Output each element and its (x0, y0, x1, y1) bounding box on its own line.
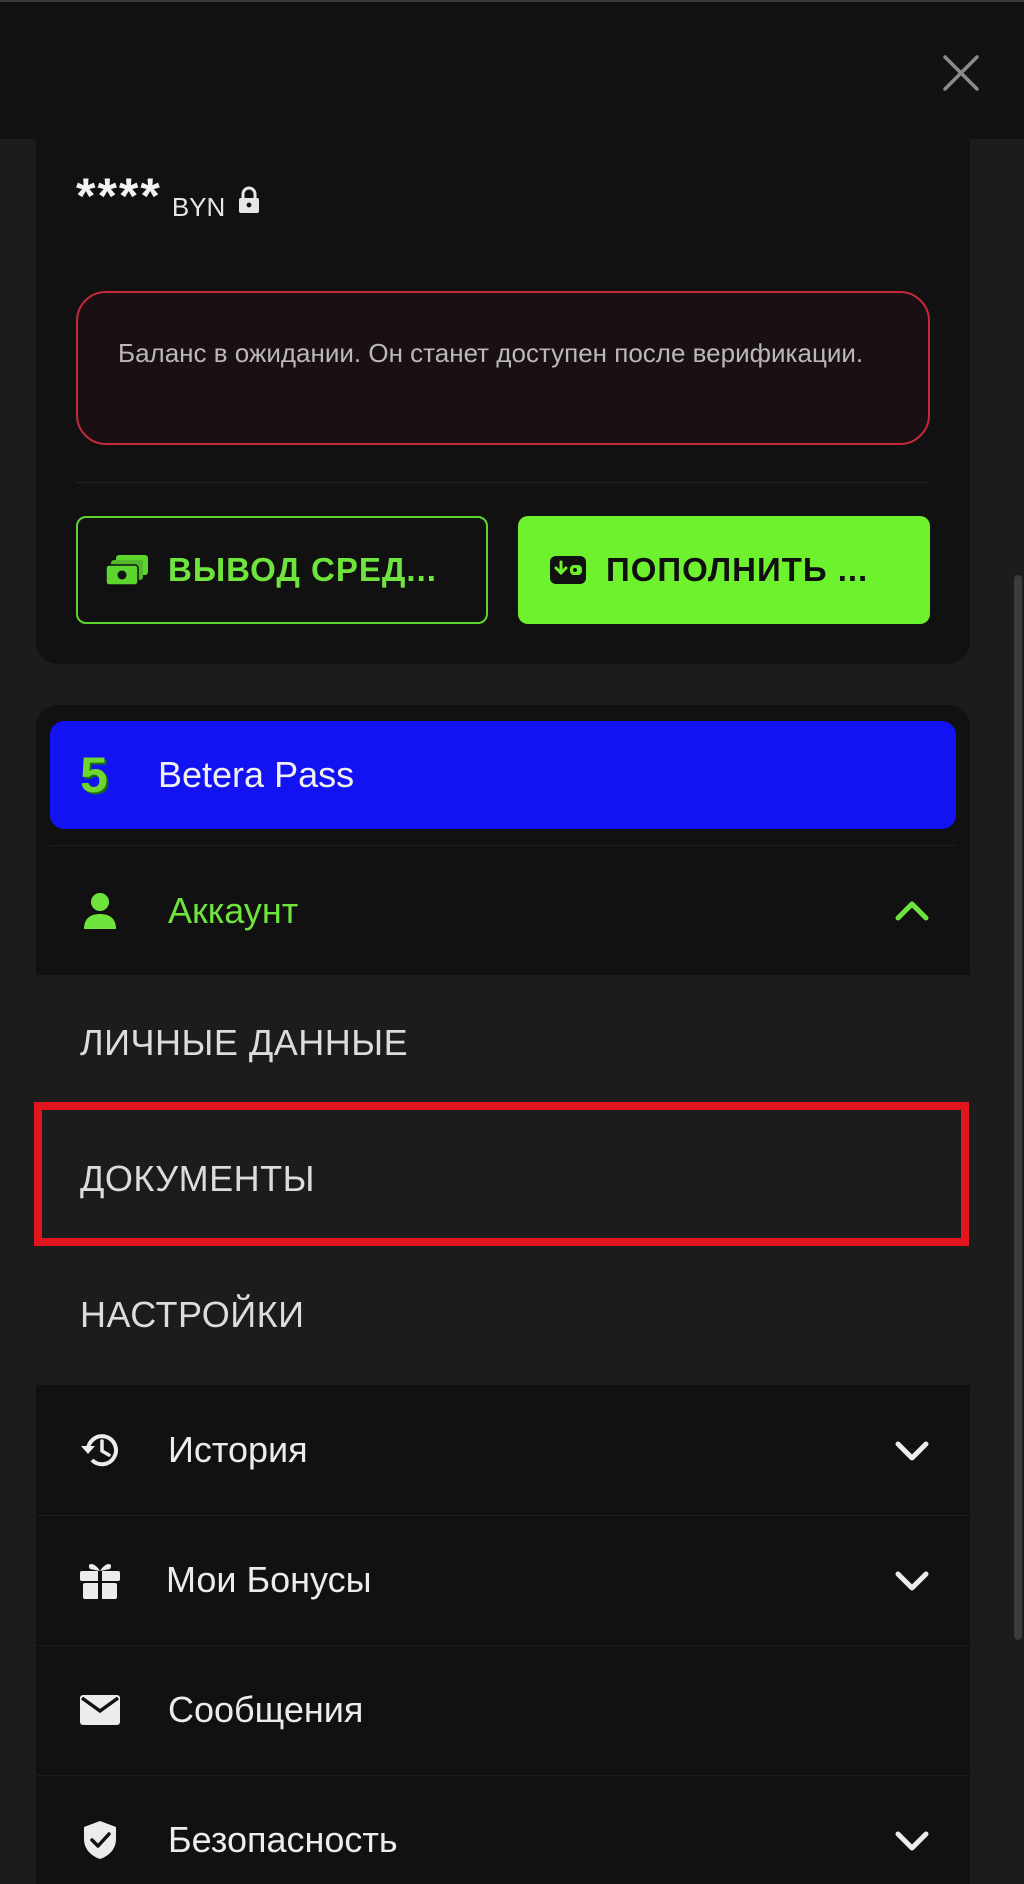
pass-label: Betera Pass (158, 754, 355, 795)
balance-currency: BYN (171, 192, 226, 222)
betera-pass-item[interactable]: 5 Betera Pass (50, 721, 956, 829)
lock-icon (237, 186, 261, 219)
mail-icon (78, 1688, 122, 1732)
menu-item-bonuses[interactable]: Мои Бонусы (36, 1515, 970, 1645)
chevron-down-icon (892, 1560, 932, 1600)
divider (76, 482, 930, 483)
scrollbar-thumb[interactable] (1014, 575, 1022, 1640)
withdraw-label: ВЫВОД СРЕД... (168, 551, 437, 588)
balance-row: **** BYN (76, 171, 261, 221)
top-bar (0, 0, 1024, 139)
balance-card: **** BYN Баланс в ожидании. Он станет до… (36, 139, 970, 664)
deposit-button[interactable]: ПОПОЛНИТЬ ... (518, 516, 930, 624)
submenu-label: ЛИЧНЫЕ ДАННЫЕ (80, 1022, 409, 1063)
menu-item-history[interactable]: История (36, 1385, 970, 1515)
chevron-down-icon (892, 1430, 932, 1470)
menu-item-label: Сообщения (168, 1689, 364, 1730)
pass-badge: 5 (80, 747, 108, 803)
account-menu: 5 Betera Pass Аккаунт ЛИЧНЫЕ ДАННЫЕ ДОКУ… (36, 705, 970, 1884)
menu-item-messages[interactable]: Сообщения (36, 1645, 970, 1775)
chevron-down-icon (892, 1820, 932, 1860)
cash-icon (105, 555, 148, 586)
chevron-up-icon (892, 891, 932, 931)
submenu-personal-data[interactable]: ЛИЧНЫЕ ДАННЫЕ (36, 975, 970, 1111)
withdraw-button[interactable]: ВЫВОД СРЕД... (76, 516, 488, 624)
user-icon (78, 889, 122, 933)
account-submenu: ЛИЧНЫЕ ДАННЫЕ ДОКУМЕНТЫ НАСТРОЙКИ (36, 975, 970, 1385)
close-button[interactable] (940, 52, 982, 94)
menu-item-label: Безопасность (168, 1819, 398, 1860)
shield-icon (78, 1818, 122, 1862)
wallet-download-icon (550, 556, 586, 584)
submenu-label: ДОКУМЕНТЫ (80, 1158, 315, 1199)
notice-text: Баланс в ожидании. Он станет доступен по… (118, 338, 864, 368)
gift-icon (78, 1558, 122, 1602)
deposit-label: ПОПОЛНИТЬ ... (606, 551, 869, 588)
menu-item-label: Аккаунт (168, 890, 299, 931)
close-icon (943, 55, 979, 91)
menu-item-account[interactable]: Аккаунт (36, 846, 970, 976)
submenu-settings[interactable]: НАСТРОЙКИ (36, 1247, 970, 1383)
verification-notice: Баланс в ожидании. Он станет доступен по… (76, 291, 930, 445)
history-icon (78, 1428, 122, 1472)
menu-item-label: История (168, 1429, 308, 1470)
submenu-documents[interactable]: ДОКУМЕНТЫ (36, 1111, 970, 1247)
balance-value: **** (76, 168, 162, 224)
menu-item-label: Мои Бонусы (166, 1559, 372, 1600)
menu-item-security[interactable]: Безопасность (36, 1775, 970, 1884)
submenu-label: НАСТРОЙКИ (80, 1294, 305, 1335)
